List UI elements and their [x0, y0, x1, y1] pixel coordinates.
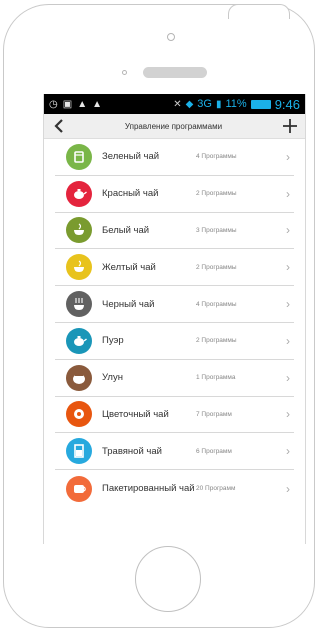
tea-list-item[interactable]: Черный чай 4 Программы › — [55, 286, 294, 323]
signal-icon: ▮ — [215, 98, 222, 110]
warning-icon: ▲ — [77, 98, 88, 110]
program-count: 3 Программы — [196, 226, 237, 234]
program-count: 4 Программы — [196, 300, 237, 308]
program-count: 7 Программ — [196, 410, 232, 418]
tea-name: Белый чай — [102, 224, 150, 236]
tea-list-item[interactable]: Красный чай 2 Программы › — [55, 176, 294, 213]
chevron-right-icon: › — [286, 223, 290, 238]
tea-name: Улун — [102, 372, 123, 384]
program-count: 2 Программы — [196, 263, 237, 271]
add-button[interactable] — [282, 115, 297, 137]
tea-list-item[interactable]: Зеленый чай 4 Программы › — [55, 139, 294, 176]
front-camera — [167, 33, 175, 41]
proximity-sensor — [122, 70, 127, 75]
home-button[interactable] — [135, 546, 201, 612]
tea-name: Цветочный чай — [102, 408, 169, 420]
leaf-cup-icon — [66, 254, 92, 281]
flower-cup-icon — [66, 401, 92, 428]
plus-icon — [282, 119, 297, 133]
status-notifications: ◷ ▣ ▲ ▲ — [49, 99, 102, 110]
mute-icon: ✕ — [173, 98, 182, 110]
chevron-right-icon: › — [286, 481, 290, 496]
chevron-right-icon: › — [286, 333, 290, 348]
back-button[interactable] — [54, 115, 64, 137]
warning-icon: ▲ — [92, 98, 102, 110]
earpiece-speaker — [143, 67, 207, 78]
chevron-right-icon: › — [286, 444, 290, 459]
tea-list: Зеленый чай 4 Программы › Красный чай 2 Прог… — [44, 139, 305, 507]
program-count: 20 Программ — [196, 485, 236, 493]
clock-icon: ◷ — [49, 98, 58, 110]
wifi-icon: ◆ — [185, 98, 194, 110]
app-screen: ◷ ▣ ▲ ▲ ✕ ◆ 3G ▮ 11% 9:46 Управление про… — [43, 94, 306, 544]
battery-icon — [250, 99, 271, 109]
chevron-right-icon: › — [286, 186, 290, 201]
program-count: 1 Программа — [196, 374, 236, 382]
tea-list-item[interactable]: Пуэр 2 Программы › — [55, 323, 294, 360]
status-time: 9:46 — [274, 96, 300, 112]
glass-icon — [66, 438, 92, 465]
battery-percent: 11% — [225, 98, 247, 110]
program-count: 2 Программы — [196, 190, 237, 198]
tea-name: Черный чай — [102, 298, 155, 310]
program-count: 6 Программ — [196, 447, 232, 455]
cup-icon — [66, 143, 92, 170]
phone-power-button — [228, 4, 290, 19]
tea-name: Красный чай — [102, 188, 159, 200]
steam-cup-icon — [66, 291, 92, 318]
tea-list-item[interactable]: Пакетированный чай 20 Программ › — [55, 470, 294, 507]
tea-name: Пакетированный чай — [102, 483, 195, 495]
tea-name: Пуэр — [102, 335, 124, 347]
status-bar: ◷ ▣ ▲ ▲ ✕ ◆ 3G ▮ 11% 9:46 — [44, 94, 305, 114]
program-count: 2 Программы — [196, 337, 237, 345]
network-type: 3G — [197, 98, 212, 110]
tea-list-item[interactable]: Белый чай 3 Программы › — [55, 213, 294, 250]
page-title: Управление программами — [124, 121, 223, 131]
pot-icon — [66, 364, 92, 391]
chevron-right-icon: › — [286, 260, 290, 275]
tea-list-item[interactable]: Цветочный чай 7 Программ › — [55, 397, 294, 434]
chevron-right-icon: › — [286, 149, 290, 164]
nav-bar: Управление программами — [44, 114, 305, 139]
teapot-icon — [66, 327, 92, 354]
tea-name: Травяной чай — [102, 445, 162, 457]
chevron-right-icon: › — [286, 370, 290, 385]
chevron-right-icon: › — [286, 407, 290, 422]
teapot-icon — [66, 180, 92, 207]
leaf-cup-icon — [66, 217, 92, 244]
tea-name: Желтый чай — [102, 261, 156, 273]
tea-list-item[interactable]: Травяной чай 6 Программ › — [55, 433, 294, 471]
program-count: 4 Программы — [196, 153, 237, 161]
tea-name: Зеленый чай — [102, 151, 160, 163]
teabag-icon — [66, 475, 92, 502]
tea-list-item[interactable]: Желтый чай 2 Программы › — [55, 249, 294, 287]
status-indicators: ✕ ◆ 3G ▮ 11% 9:46 — [173, 97, 300, 112]
image-icon: ▣ — [62, 98, 73, 110]
chevron-right-icon: › — [286, 297, 290, 312]
tea-list-item[interactable]: Улун 1 Программа › — [55, 360, 294, 397]
chevron-left-icon — [54, 119, 63, 133]
